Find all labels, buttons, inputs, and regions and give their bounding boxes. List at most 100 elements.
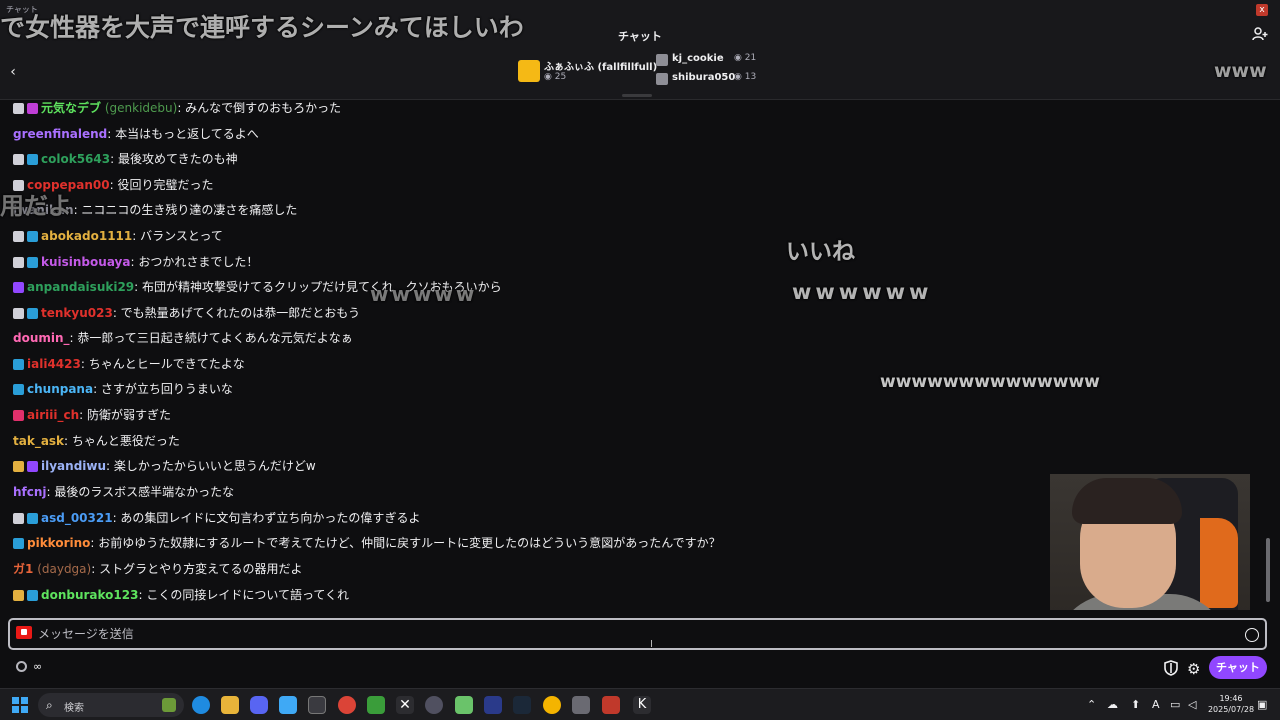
badge-icon[interactable] <box>13 102 24 114</box>
message-username[interactable]: asd_00321 <box>41 511 113 525</box>
chat-message[interactable]: hfcnj: 最後のラスボス感半端なかったな <box>13 485 234 505</box>
message-username[interactable]: hfcnj <box>13 485 47 499</box>
taskbar-clock[interactable]: 19:46 2025/07/28 <box>1206 693 1256 715</box>
chat-message[interactable]: greenfinalend: 本当はもっと返してるよへ <box>13 127 259 147</box>
chat-message[interactable]: asd_00321: あの集団レイドに文句言わず立ち向かったの偉すぎるよ <box>13 511 420 531</box>
badge-icon[interactable] <box>13 230 24 242</box>
x-app-icon[interactable]: ✕ <box>396 696 414 714</box>
badge-icon[interactable] <box>27 460 38 472</box>
badge-icon[interactable] <box>27 589 38 601</box>
chrome-icon[interactable] <box>543 696 561 714</box>
message-username[interactable]: iali4423 <box>27 357 81 371</box>
message-username[interactable]: kuisinbouaya <box>41 255 130 269</box>
badge-icon[interactable] <box>13 307 24 319</box>
guest-channel-0[interactable]: kj_cookie ◉ 21 <box>656 53 766 67</box>
badge-icon[interactable] <box>27 512 38 524</box>
badge-icon[interactable] <box>27 153 38 165</box>
chat-send-button[interactable]: チャット <box>1209 656 1267 679</box>
obs-icon[interactable] <box>308 696 326 714</box>
message-username[interactable]: greenfinalend <box>13 127 107 141</box>
badge-icon[interactable] <box>13 383 24 395</box>
video-icon[interactable] <box>16 626 32 639</box>
badge-icon[interactable] <box>27 102 38 114</box>
app-icon[interactable] <box>425 696 443 714</box>
steam-icon[interactable] <box>513 696 531 714</box>
chat-message[interactable]: tak_ask: ちゃんと悪役だった <box>13 434 180 454</box>
badge-icon[interactable] <box>13 358 24 370</box>
app-icon[interactable] <box>602 696 620 714</box>
channel-points[interactable]: ∞ <box>16 660 42 673</box>
badge-icon[interactable] <box>13 256 24 268</box>
volume-icon[interactable]: ◁ <box>1188 698 1196 711</box>
message-username[interactable]: anpandaisuki29 <box>27 280 134 294</box>
chat-message[interactable]: airiii_ch: 防衛が弱すぎた <box>13 408 171 428</box>
message-username[interactable]: doumin_ <box>13 331 70 345</box>
network-icon[interactable]: ▭ <box>1170 698 1180 711</box>
app-icon[interactable] <box>455 696 473 714</box>
badge-icon[interactable] <box>13 460 24 472</box>
chat-message[interactable]: kuisinbouaya: おつかれさまでした！ <box>13 255 258 275</box>
message-username[interactable]: 元気なデブ <box>41 101 101 115</box>
emote-picker-icon[interactable] <box>1245 628 1259 642</box>
chat-message[interactable]: ilyandiwu: 楽しかったからいいと思うんだけどw <box>13 459 316 479</box>
chat-message[interactable]: ガ1 (daydga): ストグラとやり方変えてるの器用だよ <box>13 562 302 582</box>
notepad-icon[interactable] <box>279 696 297 714</box>
chat-message[interactable]: tenkyu023: でも熱量あげてくれたのは恭一郎だとおもう <box>13 306 360 326</box>
tray-expand-icon[interactable]: ⌃ <box>1087 698 1096 711</box>
shield-icon[interactable] <box>1164 660 1178 676</box>
tray-cloud-icon[interactable]: ☁ <box>1107 698 1118 711</box>
folder-icon[interactable] <box>221 696 239 714</box>
badge-icon[interactable] <box>13 409 24 421</box>
chat-scrollbar[interactable] <box>1266 538 1270 602</box>
message-username[interactable]: tak_ask <box>13 434 64 448</box>
chat-message[interactable]: iali4423: ちゃんとヒールできてたよな <box>13 357 245 377</box>
ime-indicator[interactable]: A <box>1152 698 1160 711</box>
chat-messages[interactable]: 元気なデブ (genkidebu): みんなで倒すのおもろかった greenfin… <box>0 100 1280 610</box>
start-icon[interactable] <box>12 697 28 713</box>
chat-input-box[interactable] <box>8 618 1267 650</box>
chat-message[interactable]: 元気なデブ (genkidebu): みんなで倒すのおもろかった <box>13 101 341 121</box>
message-username[interactable]: abokado1111 <box>41 229 132 243</box>
discord-icon[interactable] <box>250 696 268 714</box>
chat-input[interactable] <box>38 624 1228 644</box>
message-username[interactable]: chunpana <box>27 382 93 396</box>
chat-message[interactable]: donburako123: こくの同接レイドについて語ってくれ <box>13 588 349 608</box>
guest-channel-1[interactable]: shibura050 ◉ 13 <box>656 72 766 86</box>
edge-icon[interactable] <box>192 696 210 714</box>
message-username[interactable]: colok5643 <box>41 152 110 166</box>
app-icon[interactable] <box>572 696 590 714</box>
chat-message[interactable]: pikkorino: お前ゆゆうた奴隷にするルートで考えてたけど、仲間に戻すルー… <box>13 536 721 556</box>
window-close-button[interactable]: x <box>1256 4 1268 16</box>
gear-icon[interactable]: ⚙ <box>1187 660 1200 678</box>
badge-icon[interactable] <box>27 230 38 242</box>
chat-message[interactable]: chunpana: さすが立ち回りうまいな <box>13 382 233 402</box>
xbox-icon[interactable] <box>367 696 385 714</box>
badge-icon[interactable] <box>13 512 24 524</box>
badge-icon[interactable] <box>27 307 38 319</box>
app-icon[interactable] <box>484 696 502 714</box>
microphone-icon[interactable]: ⬆ <box>1131 698 1140 711</box>
chat-message[interactable]: abokado1111: バランスとって <box>13 229 223 249</box>
message-username[interactable]: ilyandiwu <box>41 459 106 473</box>
badge-icon[interactable] <box>13 537 24 549</box>
notification-icon[interactable]: ▣ <box>1257 698 1267 711</box>
badge-icon[interactable] <box>13 153 24 165</box>
host-channel[interactable]: ふぁふぃふ (fallfillfull) ◉ 25 <box>516 56 657 88</box>
chrome-icon[interactable] <box>338 696 356 714</box>
message-username[interactable]: airiii_ch <box>27 408 79 422</box>
badge-icon[interactable] <box>13 589 24 601</box>
taskbar-search[interactable]: ⌕ 検索 <box>38 693 184 717</box>
badge-icon[interactable] <box>27 256 38 268</box>
message-username[interactable]: tenkyu023 <box>41 306 113 320</box>
message-username[interactable]: donburako123 <box>41 588 138 602</box>
message-username[interactable]: pikkorino <box>27 536 90 550</box>
message-badges <box>13 383 27 397</box>
badge-icon[interactable] <box>13 281 24 293</box>
community-icon[interactable] <box>1252 26 1268 42</box>
app-icon[interactable]: K <box>633 696 651 714</box>
back-arrow-icon[interactable]: ‹ <box>6 64 20 80</box>
message-username[interactable]: ガ1 <box>13 562 33 576</box>
chat-message[interactable]: doumin_: 恭一郎って三日起き続けてよくあんな元気だよなぁ <box>13 331 353 351</box>
chat-message[interactable]: colok5643: 最後攻めてきたのも神 <box>13 152 238 172</box>
resize-handle[interactable] <box>622 94 652 97</box>
